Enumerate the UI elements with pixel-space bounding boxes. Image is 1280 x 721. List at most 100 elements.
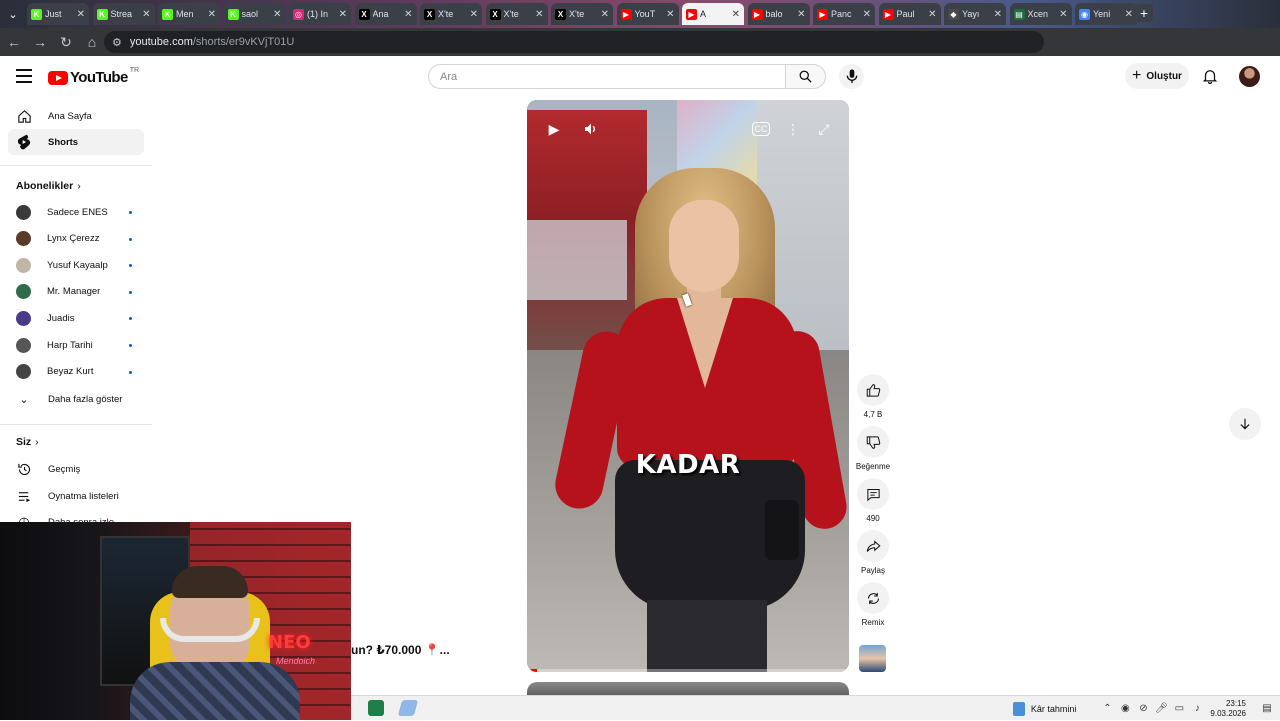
comments-button[interactable] [857, 478, 889, 510]
tab-close-icon[interactable]: ✕ [77, 9, 85, 20]
account-avatar[interactable] [1239, 66, 1260, 87]
browser-tab[interactable]: ▤ Xcen ✕ [1009, 3, 1072, 25]
network-icon[interactable]: ▭ [1174, 703, 1184, 714]
tab-close-icon[interactable]: ✕ [797, 9, 805, 20]
remix-button[interactable] [857, 582, 889, 614]
tab-close-icon[interactable]: ✕ [601, 9, 609, 20]
like-button[interactable] [857, 374, 889, 406]
new-tab-button[interactable]: + [1135, 4, 1153, 22]
like-action[interactable]: 4,7 B [852, 374, 894, 419]
comments-action[interactable]: 490 [852, 478, 894, 523]
browser-tab[interactable]: X X'te ✕ [420, 3, 482, 25]
volume-icon[interactable] [580, 118, 602, 140]
tab-title: X'te [569, 9, 585, 19]
tab-close-icon[interactable]: ✕ [1125, 9, 1133, 20]
notifications-bell-icon[interactable] [1201, 67, 1219, 85]
tab-close-icon[interactable]: ✕ [928, 9, 936, 20]
sidebar-item-shorts[interactable]: Shorts [8, 129, 144, 155]
browser-tab[interactable]: ▶ Panc ✕ [813, 3, 875, 25]
notification-center-icon[interactable]: ▤ [1262, 703, 1272, 714]
tab-close-icon[interactable]: ✕ [208, 9, 216, 20]
tab-close-icon[interactable]: ✕ [470, 9, 478, 20]
browser-tab[interactable]: X X'te ✕ [551, 3, 613, 25]
home-page-icon[interactable]: ⌂ [80, 30, 104, 54]
back-icon[interactable]: ← [2, 30, 26, 54]
more-options-icon[interactable]: ⋮ [782, 118, 804, 140]
create-button[interactable]: + Oluştur [1125, 63, 1189, 89]
history-icon [16, 461, 32, 477]
play-icon[interactable]: ▶ [543, 118, 565, 140]
tab-close-icon[interactable]: ✕ [273, 9, 281, 20]
youtube-logo[interactable]: YouTube TR [48, 67, 139, 86]
video-subject-neckline [677, 298, 733, 388]
subscription-item[interactable]: Yusuf Kayaalp [8, 252, 144, 278]
sidebar-item-home[interactable]: Ana Sayfa [8, 103, 144, 129]
clock-date: 9.03.2026 [1210, 708, 1246, 718]
browser-tab[interactable]: K Men ✕ [158, 3, 220, 25]
address-bar[interactable]: ⚙ youtube.com/shorts/er9vKVjT01U [104, 31, 1044, 53]
sidebar-item-playlists[interactable]: Oynatma listeleri [8, 483, 144, 509]
taskbar-app-icon[interactable] [397, 700, 419, 716]
browser-tab[interactable]: ◉ Yeni ✕ [1075, 3, 1137, 25]
tab-search-icon[interactable]: ⌄ [4, 5, 22, 23]
browser-tab[interactable]: ▶ YouT ✕ [616, 3, 679, 25]
browser-tab[interactable]: X Ana ✕ [354, 3, 417, 25]
subscriptions-heading[interactable]: Abonelikler › [16, 180, 81, 192]
tab-close-icon[interactable]: ✕ [863, 9, 871, 20]
tab-close-icon[interactable]: ✕ [339, 9, 347, 20]
show-more-button[interactable]: ⌄ Daha fazla göster [8, 386, 144, 412]
volume-tray-icon[interactable]: ♪ [1192, 703, 1202, 714]
taskbar-app-icon[interactable] [368, 700, 384, 716]
browser-tab[interactable]: ▶ A ✕ [682, 3, 744, 25]
subscription-item[interactable]: Sadece ENES [8, 199, 144, 225]
tray-app-icon[interactable]: ◉ [1120, 703, 1130, 714]
fullscreen-icon[interactable]: ⤢ [813, 118, 835, 140]
clock[interactable]: 23:15 9.03.2026 [1210, 699, 1246, 719]
tab-close-icon[interactable]: ✕ [994, 9, 1002, 20]
subscription-item[interactable]: Harp Tarihi [8, 332, 144, 358]
subscription-item[interactable]: Juadis [8, 305, 144, 331]
voice-search-button[interactable] [839, 64, 864, 89]
sound-thumbnail[interactable] [859, 645, 886, 672]
browser-tab[interactable]: K Just ✕ [27, 3, 89, 25]
chevron-up-icon[interactable]: ⌃ [1102, 703, 1112, 714]
subscription-item[interactable]: Mr. Manager [8, 279, 144, 305]
tab-close-icon[interactable]: ✕ [142, 9, 150, 20]
subscription-item[interactable]: Beyaz Kurt [8, 359, 144, 385]
tab-close-icon[interactable]: ✕ [404, 9, 412, 20]
tab-close-icon[interactable]: ✕ [732, 9, 740, 20]
sidebar-divider [0, 165, 152, 166]
dislike-action[interactable]: Beğenme [852, 426, 894, 471]
video-progress-bar[interactable] [527, 669, 849, 672]
search-input[interactable]: Ara [428, 64, 786, 89]
menu-icon[interactable] [16, 69, 32, 83]
subscription-item[interactable]: Lynx Çerezz [8, 226, 144, 252]
captions-icon[interactable]: CC [752, 122, 770, 136]
tab-close-icon[interactable]: ✕ [666, 9, 674, 20]
remix-action[interactable]: Remix [852, 582, 894, 627]
browser-tab[interactable]: X X'te ✕ [485, 3, 548, 25]
browser-tab[interactable]: ◆ Yayı ✕ [944, 3, 1006, 25]
sidebar-item-history[interactable]: Geçmiş [8, 456, 144, 482]
forward-icon[interactable]: → [28, 30, 52, 54]
microphone-tray-icon[interactable]: 🎤︎ [1155, 703, 1168, 714]
tab-close-icon[interactable]: ✕ [535, 9, 543, 20]
tray-muted-icon[interactable]: ⊘ [1138, 703, 1148, 714]
browser-tab[interactable]: ◎ (1) In ✕ [289, 3, 351, 25]
shorts-video-player[interactable]: ▶ CC ⋮ ⤢ KADAR [527, 100, 849, 672]
browser-tab[interactable]: ▶ Paul ✕ [878, 3, 941, 25]
tab-close-icon[interactable]: ✕ [1059, 9, 1067, 20]
new-content-dot [129, 370, 132, 374]
dislike-button[interactable] [857, 426, 889, 458]
share-action[interactable]: Paylaş [852, 530, 894, 575]
reload-icon[interactable]: ↻ [54, 30, 78, 54]
share-button[interactable] [857, 530, 889, 562]
widget-button[interactable]: Kâr tahmini [1012, 701, 1076, 716]
search-button[interactable] [786, 64, 826, 89]
you-heading[interactable]: Siz › [16, 436, 39, 448]
site-info-icon[interactable]: ⚙ [112, 36, 122, 49]
browser-tab[interactable]: K Strea ✕ [92, 3, 155, 25]
browser-tab[interactable]: Ksaol ✕ [223, 3, 286, 25]
next-video-button[interactable] [1229, 408, 1261, 440]
browser-tab[interactable]: ▶ balo ✕ [747, 3, 810, 25]
